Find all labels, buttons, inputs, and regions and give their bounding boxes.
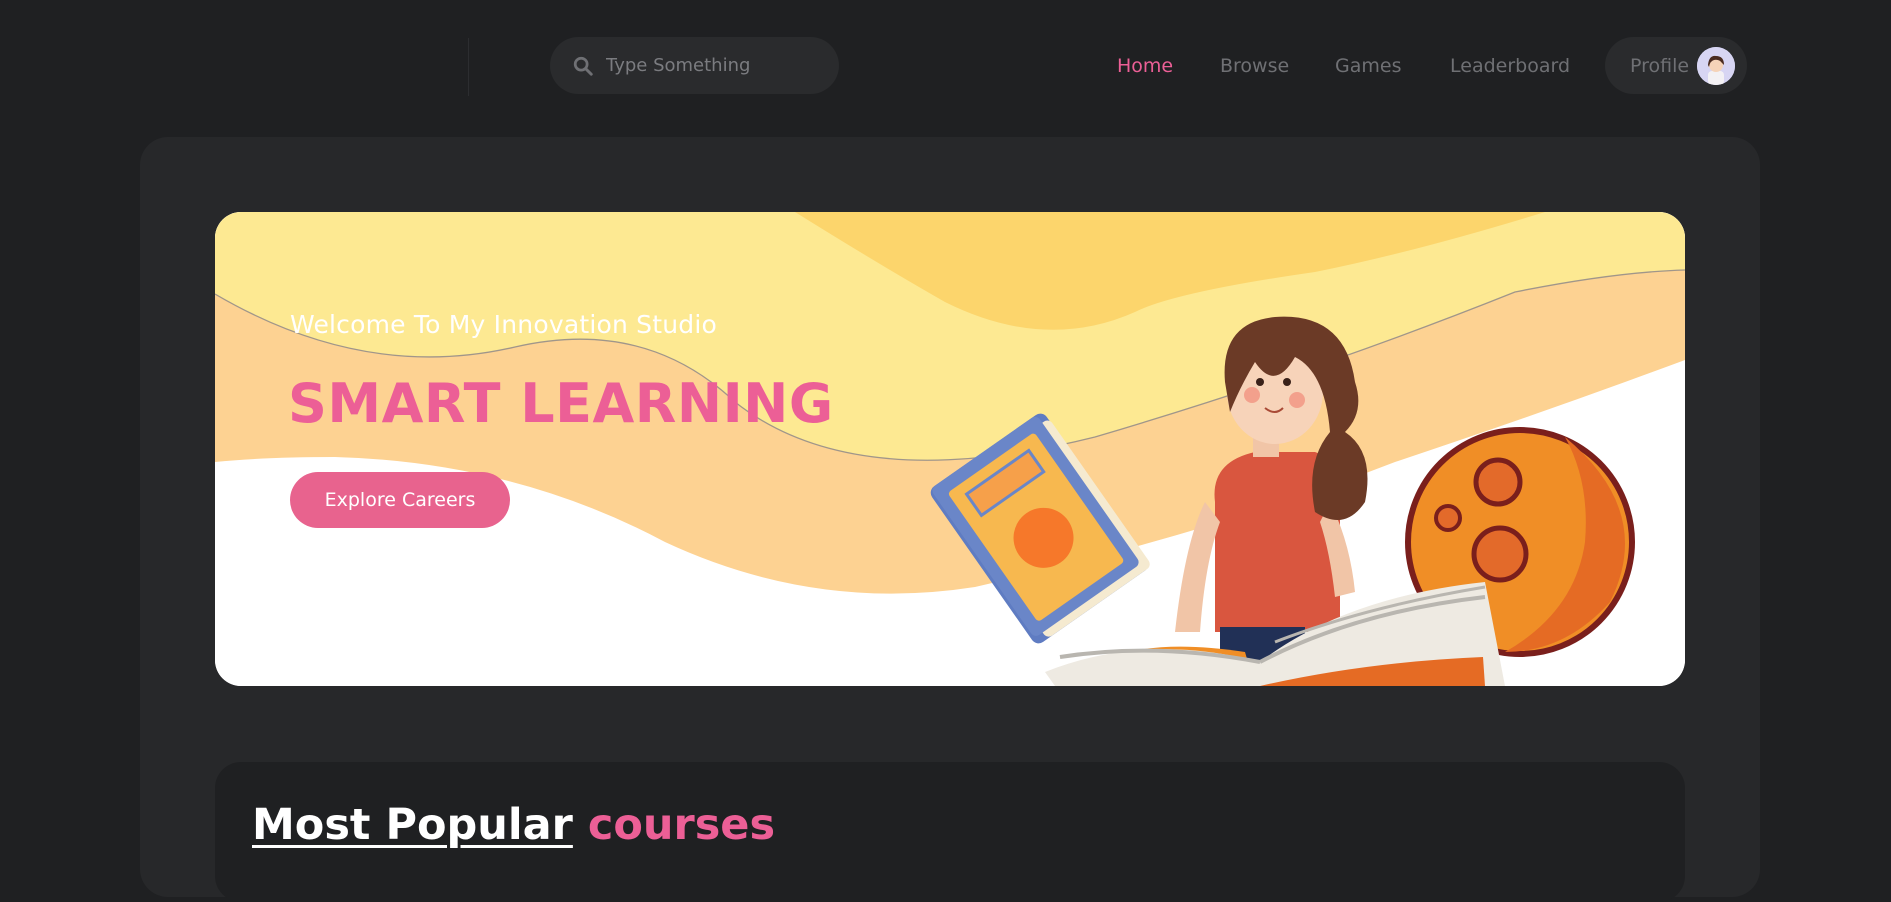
nav-leaderboard[interactable]: Leaderboard — [1450, 51, 1570, 81]
popular-title-accent: courses — [587, 800, 776, 850]
popular-courses-title: Most Popular courses — [252, 800, 775, 850]
nav-leaderboard-label[interactable]: Leaderboard — [1450, 55, 1570, 77]
nav-home[interactable]: Home — [1117, 51, 1173, 81]
nav-browse[interactable]: Browse — [1220, 51, 1289, 81]
search-bar[interactable] — [550, 37, 839, 94]
nav-browse-label[interactable]: Browse — [1220, 55, 1289, 77]
nav-games-label[interactable]: Games — [1335, 55, 1401, 77]
search-input[interactable] — [604, 54, 828, 77]
banner-headline: SMART LEARNING — [288, 372, 834, 435]
avatar-image — [1697, 47, 1735, 85]
explore-careers-button[interactable]: Explore Careers — [290, 472, 510, 528]
popular-courses-section: Most Popular courses — [215, 762, 1685, 902]
profile-label: Profile — [1630, 54, 1690, 77]
nav-games[interactable]: Games — [1335, 51, 1401, 81]
banner-welcome-text: Welcome To My Innovation Studio — [290, 310, 718, 339]
popular-title-main: Most Popular — [252, 800, 573, 850]
profile-button[interactable]: Profile — [1605, 37, 1747, 94]
avatar[interactable] — [1697, 47, 1735, 85]
banner-background — [215, 212, 1685, 686]
nav-home-label[interactable]: Home — [1117, 55, 1173, 77]
hero-banner: Welcome To My Innovation Studio SMART LE… — [215, 212, 1685, 686]
search-icon — [573, 56, 593, 76]
header-divider — [468, 38, 469, 96]
